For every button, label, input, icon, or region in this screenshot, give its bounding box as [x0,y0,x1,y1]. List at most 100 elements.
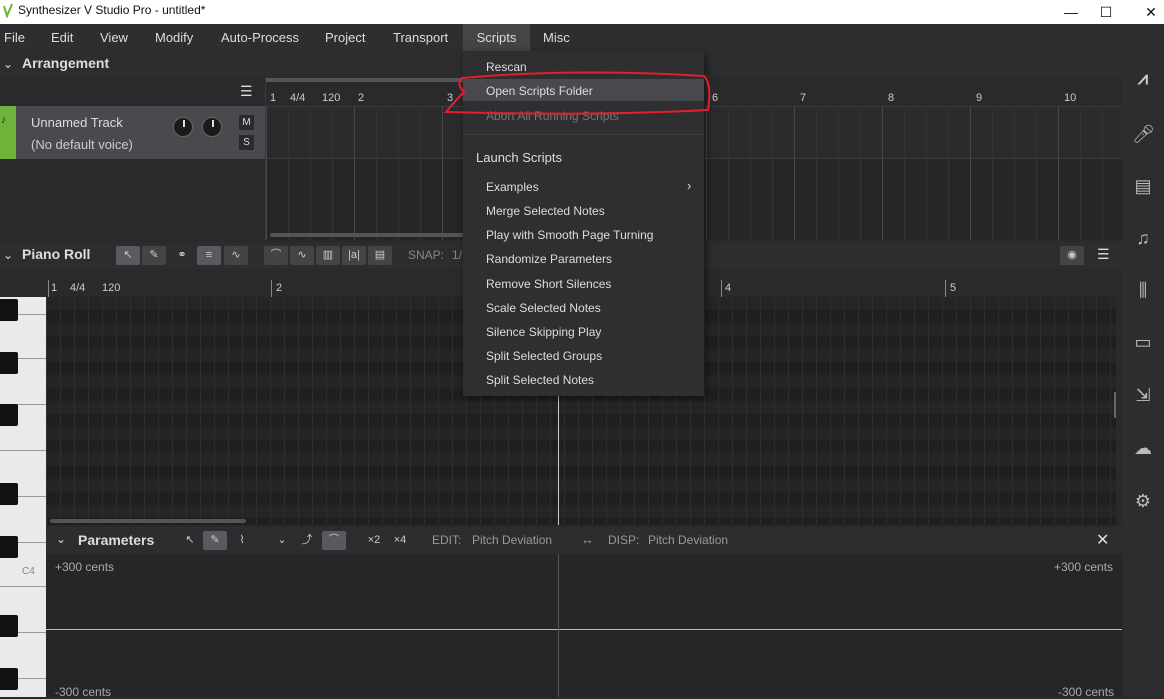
black-key[interactable] [0,536,18,558]
track-voice: (No default voice) [31,137,133,152]
grid-line [914,297,915,525]
grid-line [858,297,859,525]
script-item[interactable]: Silence Skipping Play [486,325,601,339]
script-item[interactable]: Merge Selected Notes [486,204,605,218]
grid-line [746,297,747,525]
black-key[interactable] [0,404,18,426]
collapse-chevron-icon[interactable]: ⌄ [56,532,66,546]
param-playhead [558,554,559,697]
close-parameters-icon[interactable]: ✕ [1096,530,1109,550]
solo-button[interactable]: S [239,135,254,150]
arrangement-h-scrollbar[interactable] [270,233,470,237]
grid-line [1096,297,1097,525]
black-key[interactable] [0,668,18,690]
track-header[interactable]: ♪ Unnamed Track (No default voice) M S [0,106,265,159]
close-window-button[interactable]: ✕ [1128,0,1164,24]
disp-param-select[interactable]: Pitch Deviation [648,533,728,547]
param-x2-button[interactable]: ×2 [362,531,386,550]
script-item[interactable]: Remove Short Silences [486,277,611,291]
menu-view[interactable]: View [100,24,128,51]
pitch-curve-tool-icon[interactable]: ∿ [224,246,248,265]
waveform-icon[interactable]: ▥ [316,246,340,265]
ruler-bar-10: 10 [1064,92,1077,104]
grid-line [926,106,927,240]
collapse-chevron-icon[interactable]: ⌄ [3,248,13,262]
grid-line [816,297,817,525]
menu-misc[interactable]: Misc [543,24,570,51]
mute-button[interactable]: M [239,115,254,130]
library-icon[interactable]: ⫼ [1132,279,1154,301]
grid-line [830,297,831,525]
param-pen-icon[interactable]: ✎ [203,531,227,550]
grid-line [794,106,795,240]
clapper-icon[interactable]: ▤ [368,246,392,265]
menu-auto-process[interactable]: Auto-Process [221,24,299,51]
ruler-bar-6: 6 [712,92,719,104]
book-icon[interactable]: ▭ [1132,331,1154,353]
settings-gear-icon[interactable]: ⚙ [1132,490,1154,512]
camera-icon[interactable]: ◉ [1060,246,1084,265]
pr-ruler-tick [945,280,946,297]
select-tool-icon[interactable]: ↖ [116,246,140,265]
maximize-button[interactable]: ☐ [1083,0,1129,24]
black-key[interactable] [0,615,18,637]
grid-line [760,297,761,525]
export-icon[interactable]: ⇲ [1132,384,1154,406]
black-key[interactable] [0,483,18,505]
menu-scripts[interactable]: Scripts [463,24,530,51]
track-name[interactable]: Unnamed Track [31,115,123,130]
param-arch-icon[interactable]: ⌒ [322,531,346,550]
param-select-icon[interactable]: ↖ [178,531,202,550]
black-key[interactable] [0,299,18,321]
microphone-icon[interactable]: 🎤︎ [1132,123,1155,145]
param-rise-icon[interactable]: ⤴ [295,531,319,550]
script-item[interactable]: Scale Selected Notes [486,301,601,315]
parameters-grid[interactable]: +300 cents +300 cents -300 cents -300 ce… [46,554,1122,699]
phoneme-icon[interactable]: |a| [342,246,366,265]
collapse-chevron-icon[interactable]: ⌄ [3,57,13,71]
param-down-curve-icon[interactable]: ⌄ [270,531,294,550]
pitch-wave-icon[interactable]: ∿ [290,246,314,265]
snap-value[interactable]: 1/ [452,248,462,262]
clapperboard-icon[interactable]: ▤ [1132,175,1154,197]
grid-line [130,297,131,525]
param-zero-line [46,629,1122,630]
pitch-show-icon[interactable]: ⌒ [264,246,288,265]
script-item[interactable]: Examples [486,180,539,194]
piano-roll-v-scrollbar[interactable] [1114,392,1116,418]
menu-file[interactable]: File [4,24,25,51]
pen-tool-icon[interactable]: ✎ [142,246,166,265]
script-item[interactable]: Randomize Parameters [486,252,612,266]
music-note-icon[interactable]: ♫ [1132,227,1154,249]
grid-line [956,297,957,525]
piano-roll-h-scrollbar[interactable] [50,519,246,523]
grid-line [442,106,443,240]
menu-edit[interactable]: Edit [51,24,73,51]
right-sidebar: ⩘ 🎤︎ ▤ ♫ ⫼ ▭ ⇲ ☁ ⚙ [1122,51,1164,697]
piano-keyboard[interactable]: C4 [0,297,46,697]
edit-param-select[interactable]: Pitch Deviation [472,533,552,547]
menu-modify[interactable]: Modify [155,24,193,51]
menu-project[interactable]: Project [325,24,365,51]
param-x4-button[interactable]: ×4 [388,531,412,550]
pan-knob[interactable] [202,117,222,137]
gain-knob[interactable] [173,117,193,137]
track-menu-icon[interactable]: ☰ [240,83,253,100]
arrangement-scrollbar[interactable] [266,78,466,82]
grid-line [310,106,311,240]
window-title: Synthesizer V Studio Pro - untitled* [18,3,206,17]
grid-line [882,106,883,240]
script-item[interactable]: Split Selected Notes [486,373,594,387]
param-smooth-icon[interactable]: ⌇ [230,531,254,550]
script-item[interactable]: Play with Smooth Page Turning [486,228,653,242]
grid-line [706,106,707,240]
swap-icon[interactable]: ↔ [581,532,594,547]
grid-line [728,106,729,240]
cloud-icon[interactable]: ☁ [1132,437,1154,459]
link-tool-icon[interactable]: ⚭ [170,246,194,265]
note-split-tool-icon[interactable]: ≡ [197,246,221,265]
piano-roll-menu-icon[interactable]: ☰ [1097,246,1110,263]
black-key[interactable] [0,352,18,374]
menu-transport[interactable]: Transport [393,24,448,51]
script-item[interactable]: Split Selected Groups [486,349,602,363]
